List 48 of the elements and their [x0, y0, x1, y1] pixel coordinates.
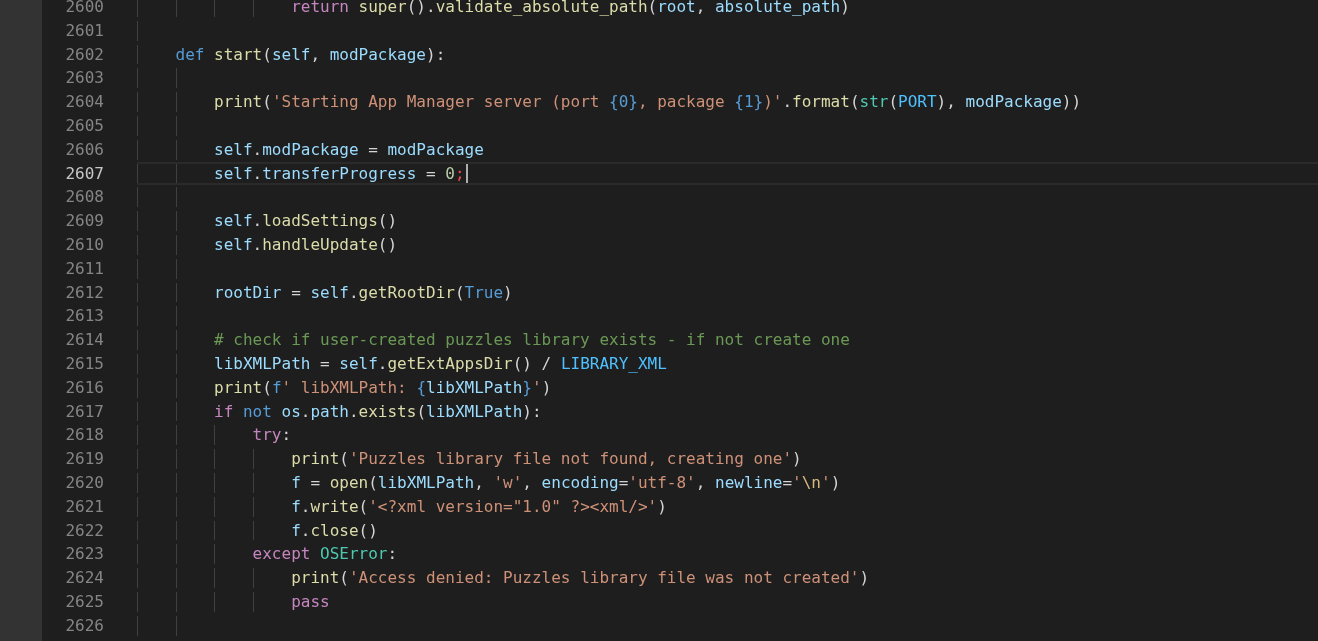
code-line: self.modPackage = modPackage — [214, 139, 484, 160]
line-number: 2609 — [64, 210, 105, 233]
line-number: 2605 — [64, 115, 105, 137]
line-number: 2617 — [64, 400, 105, 423]
line-number: 2615 — [64, 352, 105, 375]
line-number: 2623 — [64, 543, 105, 566]
code-line: self.handleUpdate() — [214, 234, 398, 255]
line-number: 2620 — [64, 471, 105, 494]
line-number: 2624 — [64, 567, 105, 590]
code-line: f.write('<?xml version="1.0" ?><xml/>') — [291, 496, 667, 517]
code-line: if not os.path.exists(libXMLPath): — [214, 401, 542, 422]
code-line: print('Puzzles library file not found, creating one') — [291, 449, 802, 469]
code-line: libXMLPath = self.getExtAppsDir() / LIBRARY_XML — [214, 353, 667, 374]
line-number: 2610 — [64, 233, 105, 256]
text-cursor — [465, 163, 468, 183]
line-number: 2602 — [64, 43, 105, 66]
code-line: self.transferProgress = 0; — [214, 163, 465, 184]
code-line: print('Access denied: Puzzles library file was not created') — [291, 568, 870, 588]
line-number: 2603 — [64, 67, 105, 90]
code-line: print(f' libXMLPath: {libXMLPath}') — [214, 377, 552, 398]
line-number: 2604 — [64, 91, 105, 114]
line-number: 2619 — [64, 448, 105, 471]
line-number: 2606 — [64, 138, 105, 161]
code-line: f = open(libXMLPath, 'w', encoding='utf-8', newline='\n') — [291, 472, 841, 493]
line-number: 2622 — [64, 519, 105, 542]
line-number: 2613 — [64, 305, 105, 328]
line-number: 2607 — [64, 162, 105, 185]
line-number: 2621 — [64, 495, 105, 518]
line-number: 2625 — [64, 590, 105, 613]
code-line: f.close() — [291, 520, 378, 541]
code-line: pass — [291, 591, 330, 612]
line-number: 2612 — [64, 281, 105, 304]
line-number: 2614 — [64, 329, 105, 352]
line-number: 2618 — [64, 424, 105, 447]
line-number: 2600 — [64, 0, 105, 18]
line-number: 2608 — [64, 186, 105, 209]
code-line: print('Starting App Manager server (port {0}, package {1})'.format(str(PORT), modPackage)) — [214, 92, 1082, 112]
line-number: 2611 — [64, 257, 105, 280]
code-line: def start(self, modPackage): — [175, 44, 446, 65]
line-number: 2626 — [64, 614, 105, 637]
line-number: 2616 — [64, 376, 105, 399]
code-line: self.loadSettings() — [214, 211, 398, 231]
code-line: # check if user-created puzzles library exists - if not create one — [214, 330, 850, 350]
line-number: 2601 — [64, 19, 105, 42]
code-line: except OSError: — [252, 544, 398, 565]
code-line: try: — [252, 425, 292, 446]
code-line: return super().validate_absolute_path(root, absolute_path) — [291, 0, 850, 17]
code-line: rootDir = self.getRootDir(True) — [214, 282, 513, 303]
